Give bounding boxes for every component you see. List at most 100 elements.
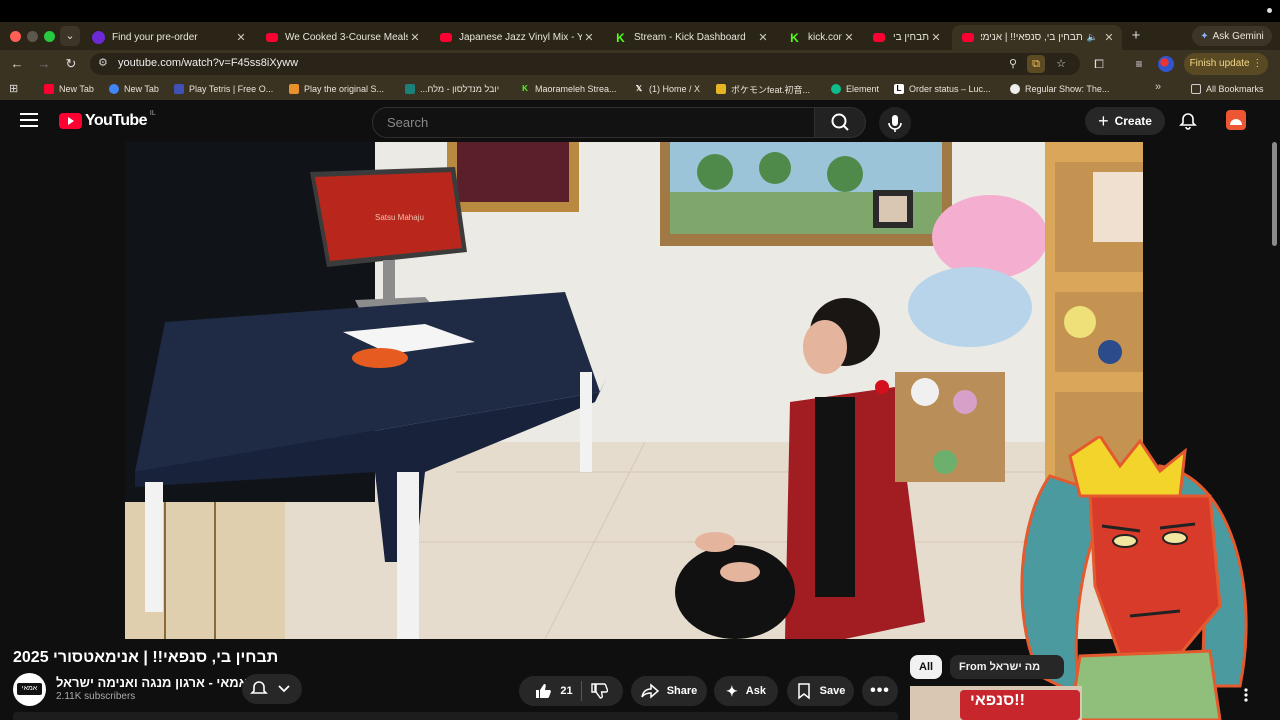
kick-icon: K <box>790 30 799 45</box>
like-dislike-group[interactable]: 21 <box>519 676 623 706</box>
create-button[interactable]: + Create <box>1085 107 1165 135</box>
zoom-icon[interactable]: ⚲ <box>1004 55 1022 73</box>
tab-jazz-mix[interactable]: Japanese Jazz Vinyl Mix - Yo ✕ <box>430 25 602 50</box>
l-letter-icon: L <box>894 84 904 94</box>
ask-button[interactable]: ✦ Ask <box>714 676 778 706</box>
close-tab-icon[interactable]: ✕ <box>929 31 943 44</box>
account-avatar[interactable] <box>1226 110 1246 130</box>
media-controls-icon[interactable]: ≡ <box>1130 55 1148 73</box>
circle-icon <box>1010 84 1020 94</box>
chip-from-channel[interactable]: From מה ישראל <box>950 655 1064 679</box>
bookmark-item[interactable]: New Tab <box>44 81 94 97</box>
search-input[interactable]: Search <box>372 107 816 138</box>
chip-all-label: All <box>919 661 934 673</box>
more-vertical-icon[interactable] <box>1242 687 1250 703</box>
bookmark-item[interactable]: Play the original S... <box>289 81 384 97</box>
youtube-play-icon <box>59 113 82 129</box>
menu-hamburger-icon[interactable] <box>20 113 38 127</box>
profile-avatar[interactable] <box>1158 56 1174 72</box>
plus-icon: + <box>1098 111 1109 131</box>
tab-title: We Cooked 3-Course Meals <box>285 32 408 43</box>
all-bookmarks-button[interactable]: All Bookmarks <box>1191 81 1264 97</box>
bookmark-item[interactable]: L Order status – Luc... <box>894 81 991 97</box>
forward-arrow-icon[interactable]: → <box>35 55 53 73</box>
bookmark-label: New Tab <box>59 84 94 94</box>
tab-find-pre-order[interactable]: Find your pre-order ✕ <box>82 25 254 50</box>
notifications-bell-icon[interactable] <box>1178 111 1198 131</box>
url-text[interactable]: youtube.com/watch?v=F45ss8iXyww <box>118 57 298 69</box>
ask-label: Ask <box>745 685 766 697</box>
monitor-text: Satsu Mahaju <box>375 213 424 222</box>
channel-name[interactable]: אמאי - ארגון מנגה ואנימה ישראל <box>56 675 248 690</box>
bookmark-label: יובל מנדלסון - מלח... <box>420 84 500 94</box>
bookmark-label: ポケモンfeat.初音... <box>731 84 811 95</box>
more-bookmarks-chevron-icon[interactable]: » <box>1155 81 1161 93</box>
more-horizontal-icon: ••• <box>870 682 890 699</box>
ask-gemini-button[interactable]: ✦ Ask Gemini <box>1192 26 1272 46</box>
share-button[interactable]: Share <box>631 676 707 706</box>
toolbar: ← → ↻ ⚙ youtube.com/watch?v=F45ss8iXyww … <box>0 50 1280 78</box>
bookmark-label: Maorameleh Strea... <box>535 84 617 94</box>
close-window-button[interactable] <box>10 31 21 42</box>
tab-cooked-meals[interactable]: We Cooked 3-Course Meals ✕ <box>256 25 428 50</box>
search-button[interactable] <box>814 107 866 138</box>
bookmark-label: (1) Home / X <box>649 84 701 94</box>
install-app-icon[interactable]: ⧉ <box>1027 55 1045 73</box>
tab-title: Japanese Jazz Vinyl Mix - Yo <box>459 32 582 43</box>
close-tab-icon[interactable]: ✕ <box>582 31 596 44</box>
close-tab-icon[interactable]: ✕ <box>1102 31 1116 44</box>
new-tab-plus-icon[interactable]: + <box>1128 27 1144 45</box>
kick-icon: K <box>616 30 625 45</box>
address-bar[interactable]: ⚙ youtube.com/watch?v=F45ss8iXyww ⚲ ⧉ ☆ <box>90 53 1080 75</box>
bookmark-item[interactable]: יובל מנדלסון - מלח... <box>405 81 499 97</box>
more-actions-button[interactable]: ••• <box>862 676 898 706</box>
page-scrollbar[interactable] <box>1272 142 1277 246</box>
chip-from-label: From מה ישראל <box>959 661 1041 673</box>
maximize-window-button[interactable] <box>44 31 55 42</box>
yellow-page-icon <box>716 84 726 94</box>
tab-search-chevron-icon[interactable]: ⌄ <box>60 26 80 46</box>
subscribed-notifications-button[interactable] <box>242 674 302 704</box>
close-tab-icon[interactable]: ✕ <box>756 31 770 44</box>
speaker-icon[interactable]: 🔈 <box>1087 32 1098 43</box>
bookmark-star-icon[interactable]: ☆ <box>1052 55 1070 73</box>
close-tab-icon[interactable]: ✕ <box>842 31 856 44</box>
thumbnail-text: סנפאי!! <box>970 692 1025 709</box>
bookmark-item[interactable]: 𝕏 (1) Home / X <box>634 81 700 97</box>
finish-update-button[interactable]: Finish update ⋮ <box>1184 53 1268 75</box>
extensions-puzzle-icon[interactable]: ⧠ <box>1090 55 1108 73</box>
tab-senpai-active[interactable]: תבחין בי, סנפאי!! | אנימא 🔈 ✕ <box>952 25 1122 50</box>
tab-title: Find your pre-order <box>112 32 198 43</box>
chip-all[interactable]: All <box>910 655 943 679</box>
bookmark-item[interactable]: K Maorameleh Strea... <box>520 81 617 97</box>
site-info-icon[interactable]: ⚙ <box>98 56 108 69</box>
close-tab-icon[interactable]: ✕ <box>234 31 248 44</box>
tab-senpai-short[interactable]: תבחין בי ✕ <box>863 25 949 50</box>
voice-search-button[interactable] <box>879 107 911 139</box>
folder-icon <box>1191 84 1201 94</box>
tab-kick-com[interactable]: K kick.com ✕ <box>778 25 862 50</box>
bookmark-item[interactable]: Element <box>831 81 879 97</box>
minimize-window-button[interactable] <box>27 31 38 42</box>
video-player[interactable]: Satsu Mahaju <box>125 142 1143 639</box>
bookmark-item[interactable]: Play Tetris | Free O... <box>174 81 273 97</box>
tab-kick-dashboard[interactable]: K Stream - Kick Dashboard ✕ <box>604 25 776 50</box>
bookmark-label: Regular Show: The... <box>1025 84 1110 94</box>
bookmark-item[interactable]: New Tab <box>109 81 159 97</box>
channel-avatar[interactable]: אמאי <box>13 673 46 706</box>
thumbs-down-icon[interactable] <box>590 682 608 700</box>
description-box-edge[interactable] <box>13 712 898 720</box>
back-arrow-icon[interactable]: ← <box>8 55 26 73</box>
bookmark-label: New Tab <box>124 84 159 94</box>
thumbs-up-icon[interactable] <box>534 682 552 700</box>
reload-icon[interactable]: ↻ <box>62 55 80 73</box>
bookmark-item[interactable]: Regular Show: The... <box>1010 81 1109 97</box>
save-button[interactable]: Save <box>787 676 854 706</box>
recommended-thumbnail[interactable]: סנפאי!! <box>910 686 1082 720</box>
close-tab-icon[interactable]: ✕ <box>408 31 422 44</box>
apps-grid-icon[interactable]: ⊞ <box>9 82 18 95</box>
bookmark-item[interactable]: ポケモンfeat.初音... <box>716 81 810 97</box>
youtube-logo[interactable]: YouTube IL <box>59 110 156 130</box>
bookmark-label: Element <box>846 84 880 94</box>
like-count: 21 <box>560 685 573 697</box>
